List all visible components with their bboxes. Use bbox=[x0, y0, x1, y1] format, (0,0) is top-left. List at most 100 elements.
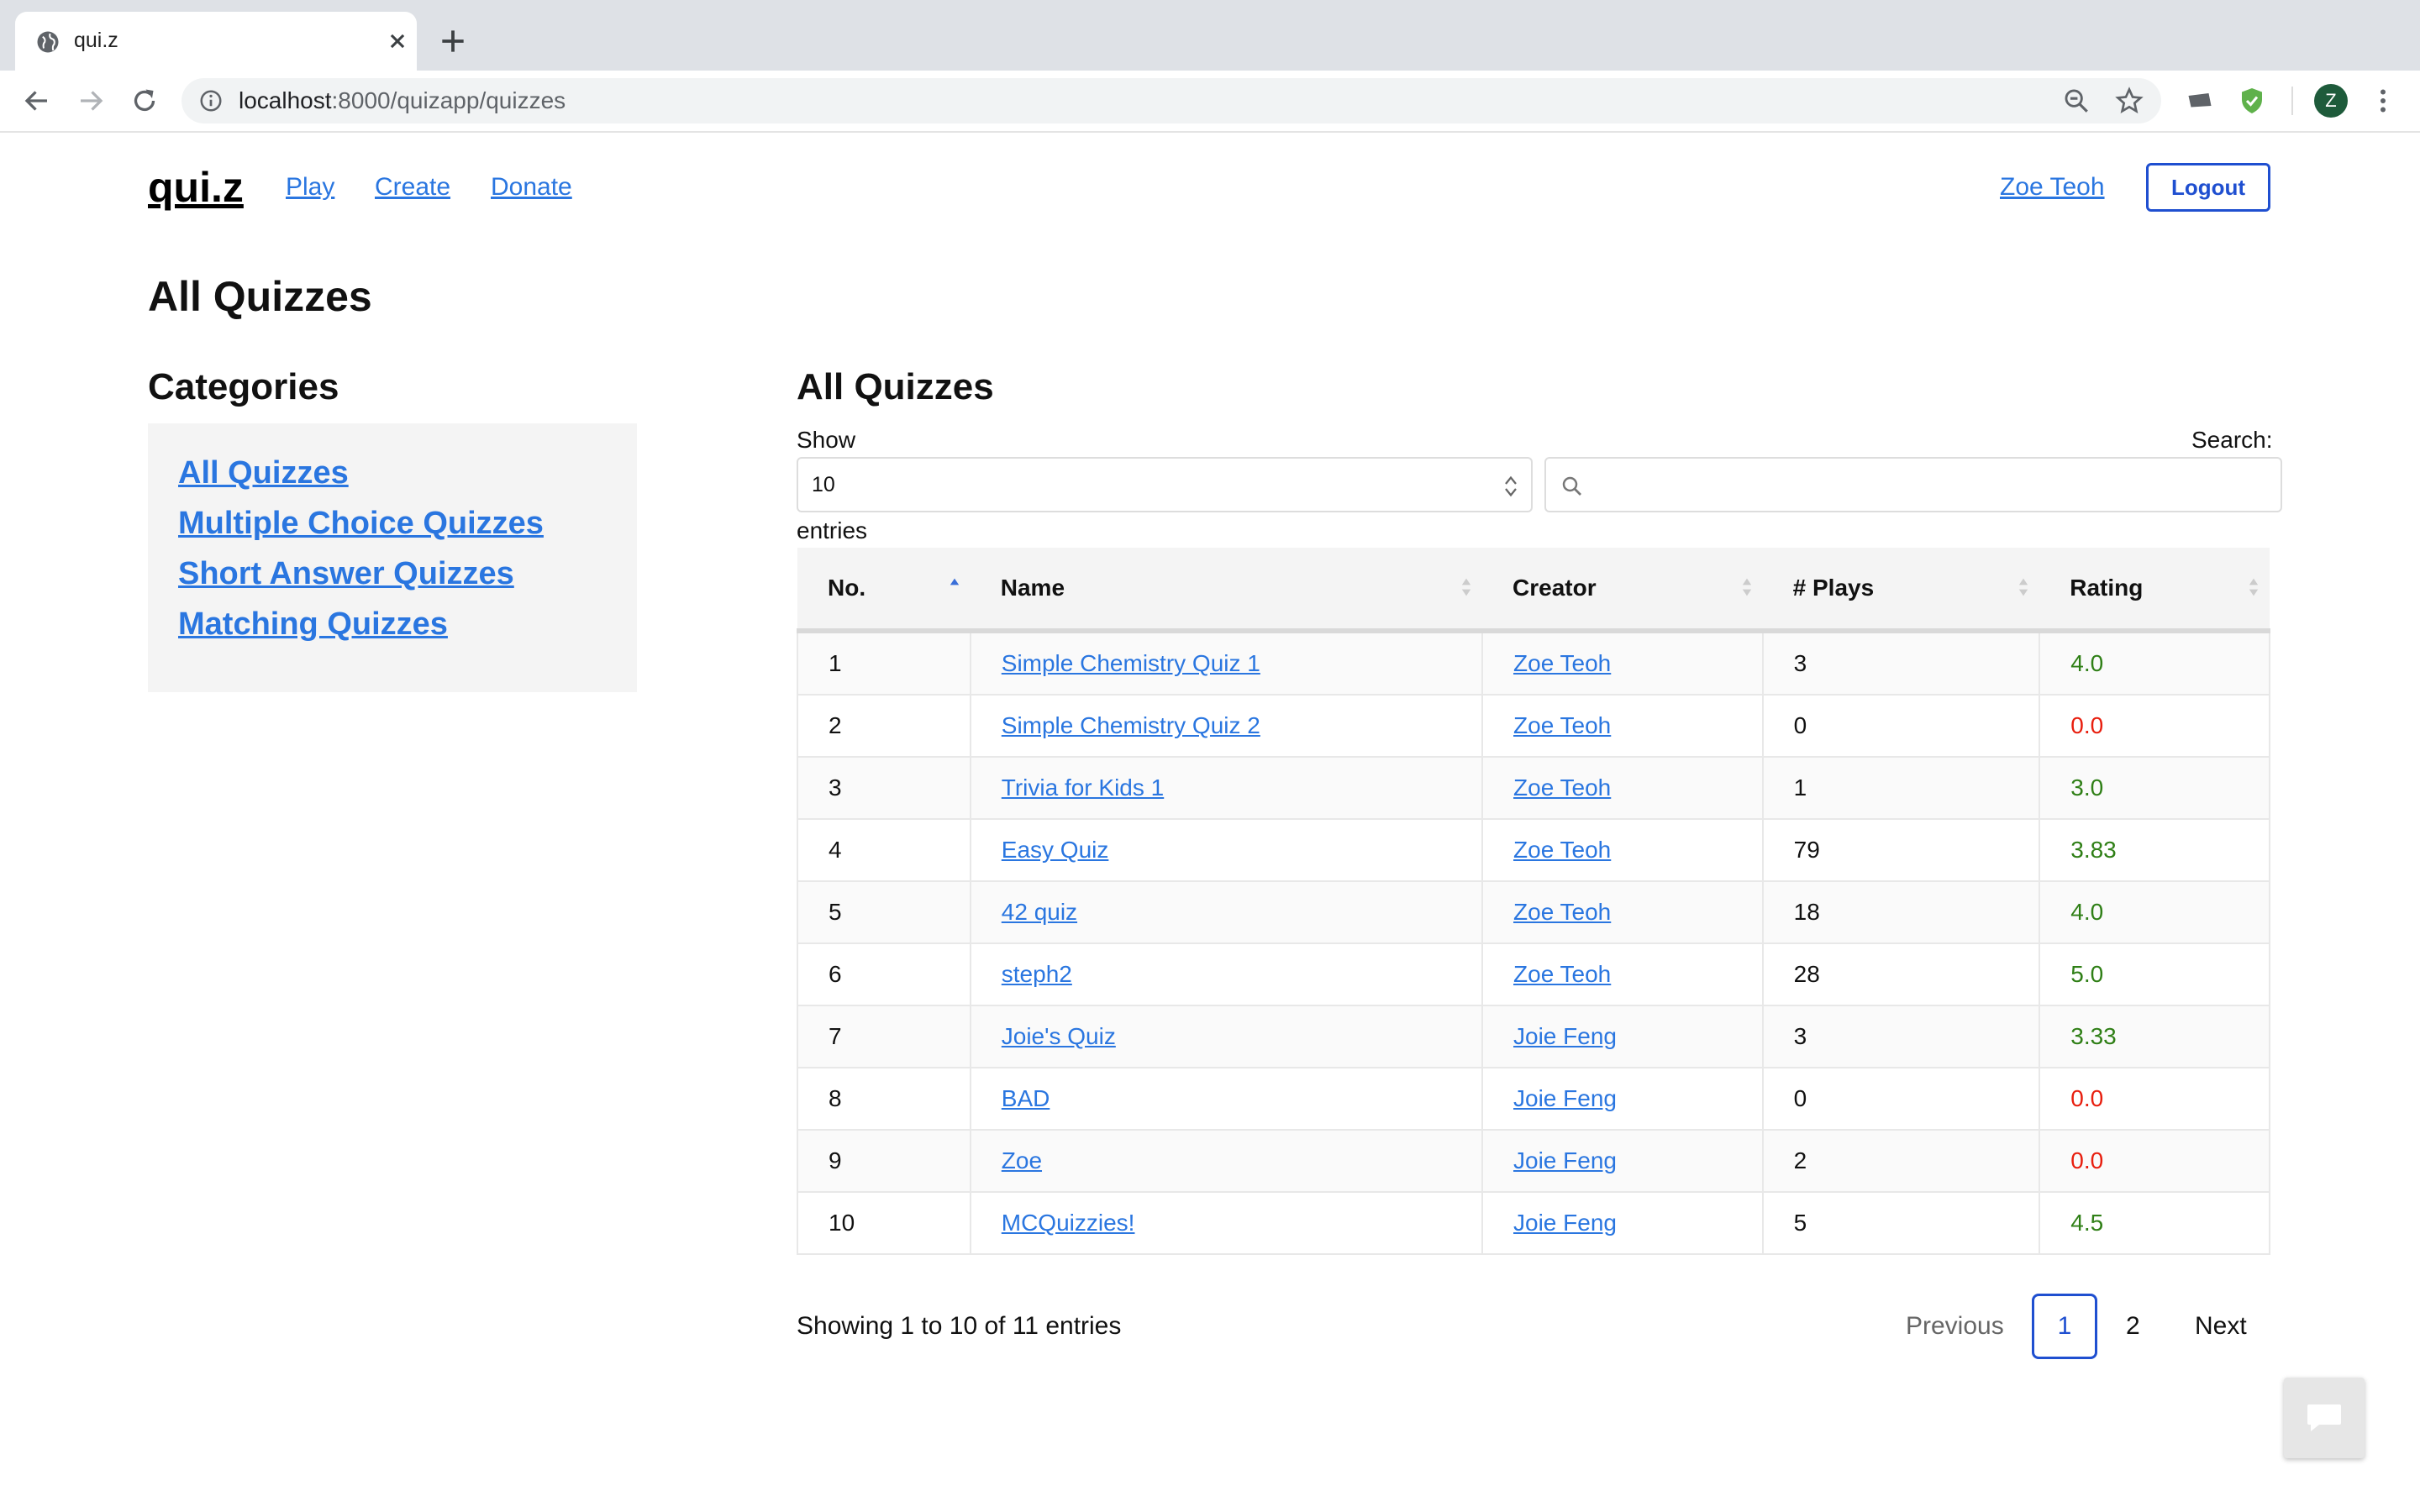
cell-plays: 3 bbox=[1761, 630, 2041, 696]
brand-logo-link[interactable]: qui.z bbox=[148, 163, 244, 212]
pagination-page-1[interactable]: 1 bbox=[2032, 1294, 2097, 1359]
creator-link[interactable]: Zoe Teoh bbox=[1513, 837, 1611, 863]
categories-heading: Categories bbox=[148, 366, 339, 407]
search-input[interactable] bbox=[1544, 457, 2282, 512]
globe-icon bbox=[37, 31, 59, 53]
cell-plays: 18 bbox=[1761, 880, 2041, 944]
sort-icon bbox=[2249, 578, 2259, 596]
cell-no: 9 bbox=[797, 1129, 971, 1193]
table-heading: All Quizzes bbox=[797, 366, 994, 407]
profile-avatar[interactable]: Z bbox=[2314, 84, 2348, 118]
nav-create-link[interactable]: Create bbox=[375, 173, 450, 202]
quiz-name-link[interactable]: steph2 bbox=[1002, 961, 1072, 987]
category-matching-link[interactable]: Matching Quizzes bbox=[178, 606, 448, 643]
creator-link[interactable]: Joie Feng bbox=[1513, 1085, 1617, 1111]
cell-no: 8 bbox=[797, 1067, 971, 1131]
bookmark-star-icon[interactable] bbox=[2114, 86, 2144, 116]
cell-plays: 0 bbox=[1761, 694, 2041, 758]
categories-panel: All Quizzes Multiple Choice Quizzes Shor… bbox=[148, 423, 637, 692]
cell-rating: 4.0 bbox=[2039, 630, 2270, 696]
close-tab-icon[interactable] bbox=[383, 27, 412, 55]
table-row: 4 Easy Quiz Zoe Teoh 79 3.83 bbox=[797, 818, 2270, 882]
column-header-creator[interactable]: Creator bbox=[1482, 548, 1763, 633]
table-row: 6 steph2 Zoe Teoh 28 5.0 bbox=[797, 942, 2270, 1006]
back-arrow-icon[interactable] bbox=[22, 86, 52, 116]
quiz-name-link[interactable]: Joie's Quiz bbox=[1002, 1023, 1116, 1049]
search-label: Search: bbox=[2191, 427, 2273, 453]
entries-label: entries bbox=[797, 517, 868, 543]
sort-ascending-icon bbox=[950, 578, 959, 585]
pagination-next[interactable]: Next bbox=[2195, 1312, 2247, 1341]
cell-rating: 3.33 bbox=[2039, 1005, 2270, 1068]
creator-link[interactable]: Joie Feng bbox=[1513, 1023, 1617, 1049]
column-header-name[interactable]: Name bbox=[970, 548, 1483, 633]
creator-link[interactable]: Zoe Teoh bbox=[1513, 712, 1611, 738]
address-bar[interactable]: localhost:8000/quizapp/quizzes bbox=[182, 78, 2161, 123]
cell-no: 10 bbox=[797, 1191, 971, 1255]
table-info: Showing 1 to 10 of 11 entries bbox=[797, 1312, 1122, 1340]
cell-plays: 1 bbox=[1761, 756, 2041, 820]
quiz-name-link[interactable]: 42 quiz bbox=[1002, 899, 1077, 925]
creator-link[interactable]: Joie Feng bbox=[1513, 1147, 1617, 1173]
chat-widget-button[interactable] bbox=[2284, 1378, 2365, 1458]
cell-rating: 3.83 bbox=[2039, 818, 2270, 882]
creator-link[interactable]: Zoe Teoh bbox=[1513, 774, 1611, 801]
browser-tab-bar: qui.z bbox=[0, 0, 2420, 71]
category-all-link[interactable]: All Quizzes bbox=[178, 455, 349, 491]
quiz-name-link[interactable]: MCQuizzies! bbox=[1002, 1210, 1135, 1236]
table-row: 1 Simple Chemistry Quiz 1 Zoe Teoh 3 4.0 bbox=[797, 630, 2270, 696]
page-length-select[interactable]: 10 bbox=[797, 457, 1533, 512]
creator-link[interactable]: Zoe Teoh bbox=[1513, 899, 1611, 925]
zoom-icon[interactable] bbox=[2062, 87, 2091, 115]
pagination-page-2[interactable]: 2 bbox=[2126, 1312, 2140, 1341]
site-info-icon[interactable] bbox=[198, 88, 224, 113]
creator-link[interactable]: Joie Feng bbox=[1513, 1210, 1617, 1236]
nav-play-link[interactable]: Play bbox=[286, 173, 334, 202]
creator-link[interactable]: Zoe Teoh bbox=[1513, 650, 1611, 676]
new-tab-icon[interactable] bbox=[437, 25, 469, 57]
table-row: 9 Zoe Joie Feng 2 0.0 bbox=[797, 1129, 2270, 1193]
quiz-name-link[interactable]: Zoe bbox=[1002, 1147, 1042, 1173]
logout-button[interactable]: Logout bbox=[2146, 163, 2270, 212]
tab-title: qui.z bbox=[74, 29, 118, 52]
cell-rating: 5.0 bbox=[2039, 942, 2270, 1006]
creator-link[interactable]: Zoe Teoh bbox=[1513, 961, 1611, 987]
cell-rating: 4.5 bbox=[2039, 1191, 2270, 1255]
sort-icon bbox=[1461, 578, 1471, 596]
browser-menu-icon[interactable] bbox=[2368, 86, 2398, 116]
quiz-name-link[interactable]: Simple Chemistry Quiz 1 bbox=[1002, 650, 1260, 676]
browser-tab[interactable]: qui.z bbox=[15, 12, 417, 71]
cell-no: 4 bbox=[797, 818, 971, 882]
quiz-name-link[interactable]: BAD bbox=[1002, 1085, 1050, 1111]
column-header-no[interactable]: No. bbox=[797, 548, 971, 633]
forward-arrow-icon[interactable] bbox=[76, 86, 106, 116]
cell-rating: 0.0 bbox=[2039, 1129, 2270, 1193]
select-arrows-icon bbox=[1505, 475, 1517, 497]
show-label: Show bbox=[797, 427, 856, 453]
cell-rating: 0.0 bbox=[2039, 1067, 2270, 1131]
toolbar-divider bbox=[2291, 87, 2293, 115]
chat-bubble-icon bbox=[2307, 1404, 2341, 1431]
cell-plays: 0 bbox=[1761, 1067, 2041, 1131]
quiz-name-link[interactable]: Trivia for Kids 1 bbox=[1002, 774, 1164, 801]
cell-plays: 2 bbox=[1761, 1129, 2041, 1193]
extension-icon[interactable] bbox=[2185, 86, 2215, 116]
category-multiple-choice-link[interactable]: Multiple Choice Quizzes bbox=[178, 506, 544, 542]
quiz-name-link[interactable]: Easy Quiz bbox=[1002, 837, 1109, 863]
sort-icon bbox=[1742, 578, 1751, 596]
quiz-name-link[interactable]: Simple Chemistry Quiz 2 bbox=[1002, 712, 1260, 738]
reload-icon[interactable] bbox=[129, 86, 160, 116]
column-header-rating[interactable]: Rating bbox=[2039, 548, 2270, 633]
category-short-answer-link[interactable]: Short Answer Quizzes bbox=[178, 556, 514, 592]
user-profile-link[interactable]: Zoe Teoh bbox=[2000, 173, 2105, 202]
browser-toolbar: localhost:8000/quizapp/quizzes bbox=[0, 71, 2420, 133]
page-title: All Quizzes bbox=[148, 273, 372, 320]
shield-extension-icon[interactable] bbox=[2237, 86, 2267, 116]
quizzes-table: No. Name Creator # Plays Rating 1 Simple… bbox=[797, 548, 2270, 1255]
cell-plays: 5 bbox=[1761, 1191, 2041, 1255]
column-header-plays[interactable]: # Plays bbox=[1762, 548, 2040, 633]
table-header-row: No. Name Creator # Plays Rating bbox=[797, 548, 2270, 633]
nav-donate-link[interactable]: Donate bbox=[491, 173, 572, 202]
search-icon bbox=[1562, 476, 1581, 496]
pagination-previous[interactable]: Previous bbox=[1906, 1312, 2004, 1341]
